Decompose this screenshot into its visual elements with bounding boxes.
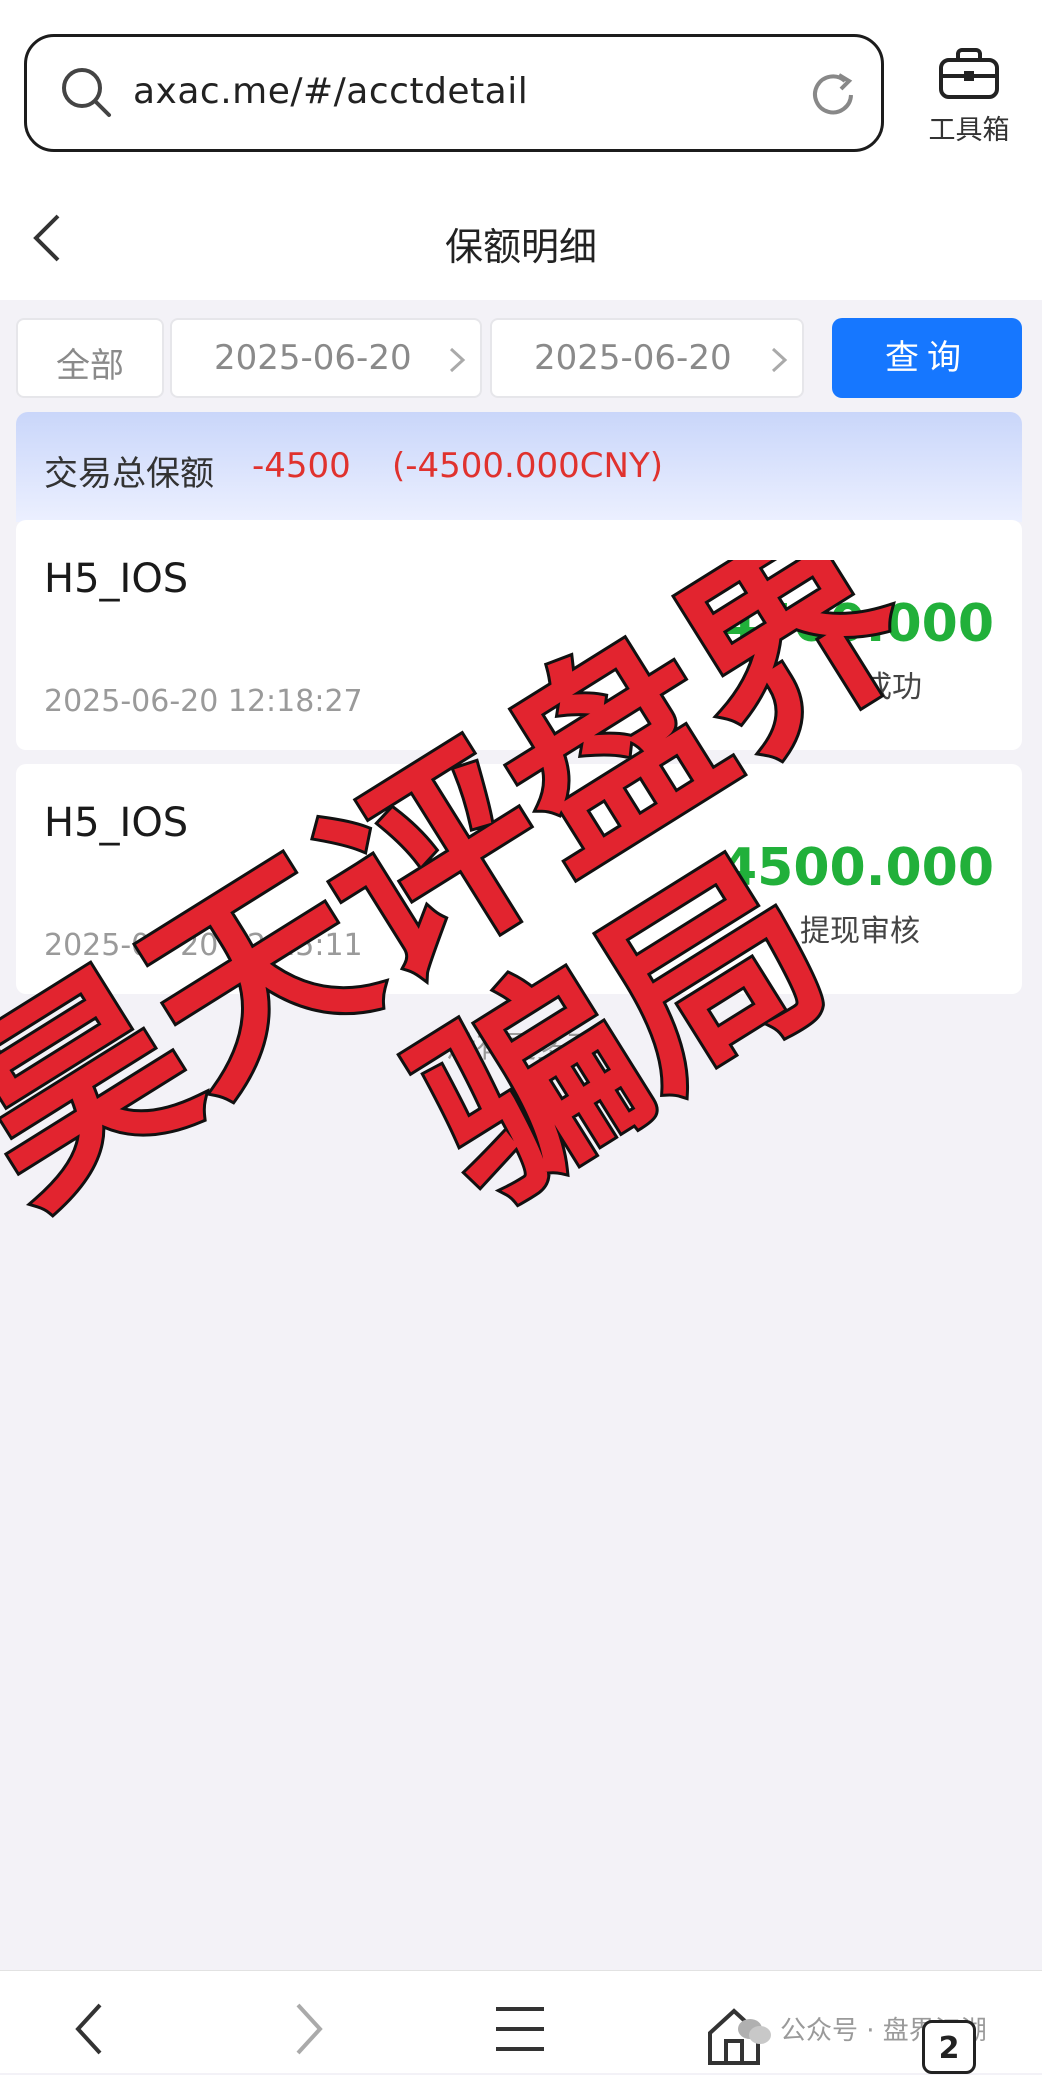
record-status: 提现审核 bbox=[800, 914, 920, 949]
record-time: 2025-06-20 12:15:11 bbox=[44, 928, 363, 963]
chevron-right-icon bbox=[449, 347, 466, 373]
start-date-picker[interactable]: 2025-06-20 bbox=[170, 318, 482, 398]
list-item[interactable]: H5_IOS 4500.000 提现审核 2025-06-20 12:15:11 bbox=[16, 764, 1022, 994]
record-source: H5_IOS bbox=[44, 800, 189, 846]
browser-toolbar: axac.me/#/acctdetail 工具箱 bbox=[0, 0, 1042, 160]
end-date-picker[interactable]: 2025-06-20 bbox=[490, 318, 804, 398]
tab-count-button[interactable]: 2 bbox=[922, 2020, 976, 2074]
forward-icon[interactable] bbox=[288, 1999, 328, 2059]
record-amount: -4500.000 bbox=[699, 594, 994, 654]
address-bar[interactable]: axac.me/#/acctdetail bbox=[24, 34, 884, 152]
record-status: 成功 bbox=[862, 670, 922, 705]
summary-label: 交易总保额 bbox=[44, 454, 214, 494]
wechat-icon bbox=[738, 2018, 771, 2044]
total-summary: 交易总保额 -4500 (-4500.000CNY) bbox=[16, 412, 1022, 522]
start-date-value: 2025-06-20 bbox=[214, 338, 412, 378]
record-amount: 4500.000 bbox=[720, 838, 994, 898]
end-date-value: 2025-06-20 bbox=[534, 338, 732, 378]
briefcase-icon bbox=[939, 48, 999, 99]
back-icon[interactable] bbox=[70, 1999, 110, 2059]
url-text[interactable]: axac.me/#/acctdetail bbox=[133, 71, 528, 112]
chevron-right-icon bbox=[771, 347, 788, 373]
summary-value: -4500 bbox=[252, 446, 351, 486]
toolbox-label: 工具箱 bbox=[928, 115, 1010, 146]
record-time: 2025-06-20 12:18:27 bbox=[44, 684, 363, 719]
page-header: 保额明细 bbox=[0, 160, 1042, 300]
toolbox-button[interactable]: 工具箱 bbox=[914, 48, 1024, 158]
query-button[interactable]: 查询 bbox=[832, 318, 1022, 398]
search-icon bbox=[62, 68, 111, 117]
reload-icon[interactable] bbox=[807, 69, 859, 121]
summary-converted: (-4500.000CNY) bbox=[392, 446, 663, 486]
type-filter-label: 全部 bbox=[56, 346, 124, 386]
menu-icon[interactable] bbox=[494, 1999, 546, 2059]
list-end-text: 没有更多了 bbox=[446, 1030, 596, 1065]
record-source: H5_IOS bbox=[44, 556, 189, 602]
page-title: 保额明细 bbox=[444, 225, 597, 269]
type-filter[interactable]: 全部 bbox=[16, 318, 164, 398]
list-item[interactable]: H5_IOS -4500.000 成功 2025-06-20 12:18:27 bbox=[16, 520, 1022, 750]
